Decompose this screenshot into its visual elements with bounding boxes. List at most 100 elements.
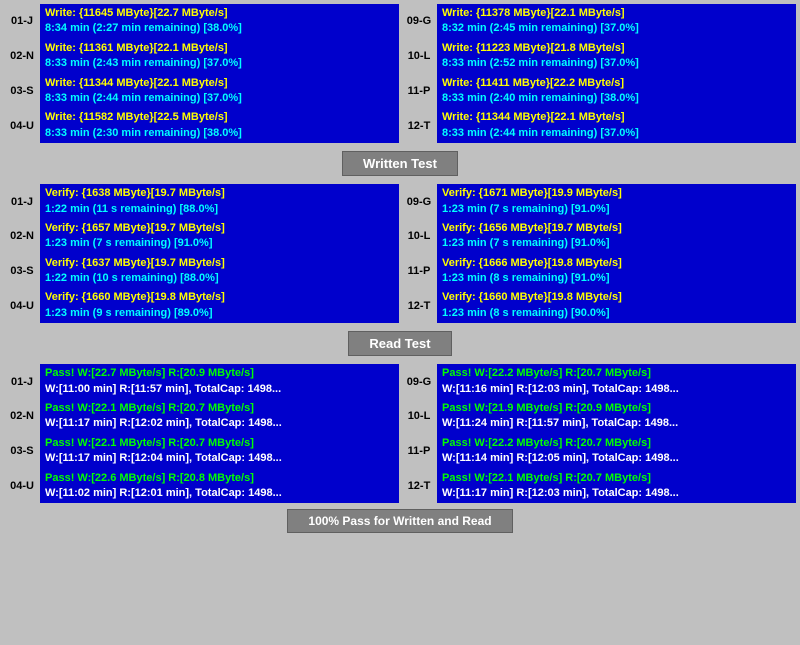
verify-line2-04u: 1:23 min (9 s remaining) [89.0%]: [45, 306, 394, 321]
cell-id-11p: 11-P: [401, 74, 437, 109]
write-line1-09g: Write: {11378 MByte}[22.1 MByte/s]: [442, 6, 791, 21]
write-cell-02n: 02-N Write: {11361 MByte}[22.1 MByte/s] …: [4, 39, 399, 74]
cell-content-11p: Write: {11411 MByte}[22.2 MByte/s] 8:33 …: [437, 74, 796, 109]
write-line1-10l: Write: {11223 MByte}[21.8 MByte/s]: [442, 41, 791, 56]
verify-line2-01j: 1:22 min (11 s remaining) [88.0%]: [45, 202, 394, 217]
verify-row-1: 01-J Verify: {1638 MByte}[19.7 MByte/s] …: [4, 184, 796, 219]
pass-id-11p: 11-P: [401, 434, 437, 469]
verify-line1-11p: Verify: {1666 MByte}[19.8 MByte/s]: [442, 256, 791, 271]
pass-content-12t: Pass! W:[22.1 MByte/s] R:[20.7 MByte/s] …: [437, 469, 796, 504]
pass-line2-10l: W:[11:24 min] R:[11:57 min], TotalCap: 1…: [442, 416, 791, 431]
write-cell-11p: 11-P Write: {11411 MByte}[22.2 MByte/s] …: [401, 74, 796, 109]
write-cell-10l: 10-L Write: {11223 MByte}[21.8 MByte/s] …: [401, 39, 796, 74]
verify-row-3: 03-S Verify: {1637 MByte}[19.7 MByte/s] …: [4, 254, 796, 289]
verify-content-02n: Verify: {1657 MByte}[19.7 MByte/s] 1:23 …: [40, 219, 399, 254]
pass-row-3: 03-S Pass! W:[22.1 MByte/s] R:[20.7 MByt…: [4, 434, 796, 469]
verify-content-01j: Verify: {1638 MByte}[19.7 MByte/s] 1:22 …: [40, 184, 399, 219]
verify-row-2: 02-N Verify: {1657 MByte}[19.7 MByte/s] …: [4, 219, 796, 254]
pass-cell-09g: 09-G Pass! W:[22.2 MByte/s] R:[20.7 MByt…: [401, 364, 796, 399]
verify-line1-04u: Verify: {1660 MByte}[19.8 MByte/s]: [45, 290, 394, 305]
write-line1-04u: Write: {11582 MByte}[22.5 MByte/s]: [45, 110, 394, 125]
pass-id-10l: 10-L: [401, 399, 437, 434]
pass-line2-11p: W:[11:14 min] R:[12:05 min], TotalCap: 1…: [442, 451, 791, 466]
write-line2-03s: 8:33 min (2:44 min remaining) [37.0%]: [45, 91, 394, 106]
pass-line2-03s: W:[11:17 min] R:[12:04 min], TotalCap: 1…: [45, 451, 394, 466]
pass-cell-03s: 03-S Pass! W:[22.1 MByte/s] R:[20.7 MByt…: [4, 434, 399, 469]
pass-cell-02n: 02-N Pass! W:[22.1 MByte/s] R:[20.7 MByt…: [4, 399, 399, 434]
pass-line1-12t: Pass! W:[22.1 MByte/s] R:[20.7 MByte/s]: [442, 471, 791, 486]
pass-id-09g: 09-G: [401, 364, 437, 399]
verify-cell-12t: 12-T Verify: {1660 MByte}[19.8 MByte/s] …: [401, 288, 796, 323]
pass-line2-04u: W:[11:02 min] R:[12:01 min], TotalCap: 1…: [45, 486, 394, 501]
verify-line1-09g: Verify: {1671 MByte}[19.9 MByte/s]: [442, 186, 791, 201]
cell-content-04u: Write: {11582 MByte}[22.5 MByte/s] 8:33 …: [40, 108, 399, 143]
pass-content-09g: Pass! W:[22.2 MByte/s] R:[20.7 MByte/s] …: [437, 364, 796, 399]
write-line2-01j: 8:34 min (2:27 min remaining) [38.0%]: [45, 21, 394, 36]
footer-bar: 100% Pass for Written and Read: [4, 505, 796, 537]
write-section: 01-J Write: {11645 MByte}[22.7 MByte/s] …: [4, 4, 796, 143]
write-cell-12t: 12-T Write: {11344 MByte}[22.1 MByte/s] …: [401, 108, 796, 143]
cell-content-12t: Write: {11344 MByte}[22.1 MByte/s] 8:33 …: [437, 108, 796, 143]
write-cell-01j: 01-J Write: {11645 MByte}[22.7 MByte/s] …: [4, 4, 399, 39]
write-line1-03s: Write: {11344 MByte}[22.1 MByte/s]: [45, 76, 394, 91]
verify-line1-12t: Verify: {1660 MByte}[19.8 MByte/s]: [442, 290, 791, 305]
verify-content-11p: Verify: {1666 MByte}[19.8 MByte/s] 1:23 …: [437, 254, 796, 289]
pass-line2-01j: W:[11:00 min] R:[11:57 min], TotalCap: 1…: [45, 382, 394, 397]
pass-row-1: 01-J Pass! W:[22.7 MByte/s] R:[20.9 MByt…: [4, 364, 796, 399]
pass-content-02n: Pass! W:[22.1 MByte/s] R:[20.7 MByte/s] …: [40, 399, 399, 434]
cell-id-10l: 10-L: [401, 39, 437, 74]
cell-content-09g: Write: {11378 MByte}[22.1 MByte/s] 8:32 …: [437, 4, 796, 39]
pass-cell-01j: 01-J Pass! W:[22.7 MByte/s] R:[20.9 MByt…: [4, 364, 399, 399]
verify-cell-01j: 01-J Verify: {1638 MByte}[19.7 MByte/s] …: [4, 184, 399, 219]
pass-cell-11p: 11-P Pass! W:[22.2 MByte/s] R:[20.7 MByt…: [401, 434, 796, 469]
write-line1-12t: Write: {11344 MByte}[22.1 MByte/s]: [442, 110, 791, 125]
pass-line2-12t: W:[11:17 min] R:[12:03 min], TotalCap: 1…: [442, 486, 791, 501]
write-row-2: 02-N Write: {11361 MByte}[22.1 MByte/s] …: [4, 39, 796, 74]
verify-line2-02n: 1:23 min (7 s remaining) [91.0%]: [45, 236, 394, 251]
verify-line1-02n: Verify: {1657 MByte}[19.7 MByte/s]: [45, 221, 394, 236]
pass-content-11p: Pass! W:[22.2 MByte/s] R:[20.7 MByte/s] …: [437, 434, 796, 469]
cell-id-03s: 03-S: [4, 74, 40, 109]
cell-content-01j: Write: {11645 MByte}[22.7 MByte/s] 8:34 …: [40, 4, 399, 39]
verify-line2-10l: 1:23 min (7 s remaining) [91.0%]: [442, 236, 791, 251]
write-row-3: 03-S Write: {11344 MByte}[22.1 MByte/s] …: [4, 74, 796, 109]
pass-id-12t: 12-T: [401, 469, 437, 504]
read-test-label: Read Test: [348, 331, 451, 356]
write-row-1: 01-J Write: {11645 MByte}[22.7 MByte/s] …: [4, 4, 796, 39]
verify-line1-10l: Verify: {1656 MByte}[19.7 MByte/s]: [442, 221, 791, 236]
cell-id-04u: 04-U: [4, 108, 40, 143]
verify-line1-01j: Verify: {1638 MByte}[19.7 MByte/s]: [45, 186, 394, 201]
pass-content-03s: Pass! W:[22.1 MByte/s] R:[20.7 MByte/s] …: [40, 434, 399, 469]
verify-line2-12t: 1:23 min (8 s remaining) [90.0%]: [442, 306, 791, 321]
verify-cell-02n: 02-N Verify: {1657 MByte}[19.7 MByte/s] …: [4, 219, 399, 254]
verify-content-04u: Verify: {1660 MByte}[19.8 MByte/s] 1:23 …: [40, 288, 399, 323]
pass-cell-04u: 04-U Pass! W:[22.6 MByte/s] R:[20.8 MByt…: [4, 469, 399, 504]
pass-line2-02n: W:[11:17 min] R:[12:02 min], TotalCap: 1…: [45, 416, 394, 431]
verify-id-01j: 01-J: [4, 184, 40, 219]
write-line2-11p: 8:33 min (2:40 min remaining) [38.0%]: [442, 91, 791, 106]
write-cell-03s: 03-S Write: {11344 MByte}[22.1 MByte/s] …: [4, 74, 399, 109]
pass-cell-12t: 12-T Pass! W:[22.1 MByte/s] R:[20.7 MByt…: [401, 469, 796, 504]
write-line2-04u: 8:33 min (2:30 min remaining) [38.0%]: [45, 126, 394, 141]
pass-content-01j: Pass! W:[22.7 MByte/s] R:[20.9 MByte/s] …: [40, 364, 399, 399]
verify-cell-04u: 04-U Verify: {1660 MByte}[19.8 MByte/s] …: [4, 288, 399, 323]
pass-id-04u: 04-U: [4, 469, 40, 504]
verify-content-09g: Verify: {1671 MByte}[19.9 MByte/s] 1:23 …: [437, 184, 796, 219]
verify-line1-03s: Verify: {1637 MByte}[19.7 MByte/s]: [45, 256, 394, 271]
verify-id-10l: 10-L: [401, 219, 437, 254]
pass-line1-04u: Pass! W:[22.6 MByte/s] R:[20.8 MByte/s]: [45, 471, 394, 486]
verify-cell-09g: 09-G Verify: {1671 MByte}[19.9 MByte/s] …: [401, 184, 796, 219]
verify-id-11p: 11-P: [401, 254, 437, 289]
verify-line2-03s: 1:22 min (10 s remaining) [88.0%]: [45, 271, 394, 286]
pass-line1-11p: Pass! W:[22.2 MByte/s] R:[20.7 MByte/s]: [442, 436, 791, 451]
pass-content-04u: Pass! W:[22.6 MByte/s] R:[20.8 MByte/s] …: [40, 469, 399, 504]
verify-content-03s: Verify: {1637 MByte}[19.7 MByte/s] 1:22 …: [40, 254, 399, 289]
write-line2-09g: 8:32 min (2:45 min remaining) [37.0%]: [442, 21, 791, 36]
pass-id-03s: 03-S: [4, 434, 40, 469]
write-cell-09g: 09-G Write: {11378 MByte}[22.1 MByte/s] …: [401, 4, 796, 39]
pass-id-01j: 01-J: [4, 364, 40, 399]
write-line1-01j: Write: {11645 MByte}[22.7 MByte/s]: [45, 6, 394, 21]
verify-cell-10l: 10-L Verify: {1656 MByte}[19.7 MByte/s] …: [401, 219, 796, 254]
cell-id-02n: 02-N: [4, 39, 40, 74]
write-line2-12t: 8:33 min (2:44 min remaining) [37.0%]: [442, 126, 791, 141]
